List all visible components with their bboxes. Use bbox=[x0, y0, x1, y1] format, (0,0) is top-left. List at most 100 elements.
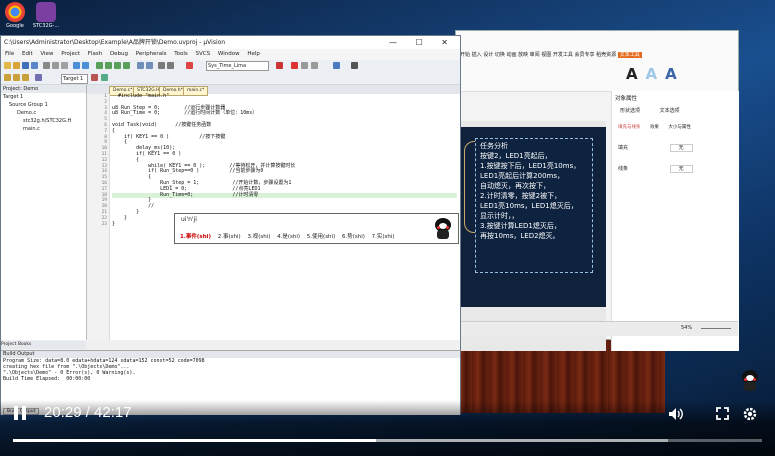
panel-tab-project[interactable]: Project bbox=[1, 342, 16, 347]
slide-text-box[interactable]: 任务分析 按键2，LED1亮起后， 1.按键按下后，LED1亮10ms， LED… bbox=[475, 138, 593, 273]
breakpoint-kill-icon[interactable] bbox=[311, 62, 318, 69]
tree-item-file[interactable]: stc32g.h/STC32G.H bbox=[1, 117, 86, 125]
ribbon-tab-active[interactable]: 文本工具 bbox=[617, 52, 642, 58]
debug-icon[interactable] bbox=[276, 62, 283, 69]
menu-file[interactable]: File bbox=[5, 51, 14, 57]
build-output-header: Build Output bbox=[1, 351, 460, 358]
ribbon-tab[interactable]: 审阅 bbox=[530, 52, 540, 58]
desktop-icon-google[interactable]: Google bbox=[0, 2, 30, 29]
find-in-files-input[interactable]: Sys_Time_Lima bbox=[206, 61, 269, 71]
target-select[interactable]: Target 1 bbox=[61, 74, 88, 84]
breakpoint-icon[interactable] bbox=[291, 62, 298, 69]
ime-candidate[interactable]: 1.事件(shi) bbox=[180, 234, 211, 240]
comment-icon[interactable] bbox=[158, 62, 165, 69]
configure-icon[interactable] bbox=[351, 62, 358, 69]
translate-icon[interactable] bbox=[4, 74, 11, 81]
word-art-style[interactable]: A bbox=[626, 65, 638, 83]
ribbon-tab[interactable]: 插入 bbox=[472, 52, 482, 58]
open-file-icon[interactable] bbox=[13, 62, 20, 69]
new-file-icon[interactable] bbox=[4, 62, 11, 69]
ime-candidate[interactable]: 3.视(shi) bbox=[247, 234, 270, 240]
volume-button[interactable] bbox=[668, 407, 684, 421]
code-content[interactable]: #include "main.h" u8 Run_Step = 0; //运行步… bbox=[112, 93, 457, 227]
paste-icon[interactable] bbox=[61, 62, 68, 69]
property-value[interactable]: 无 bbox=[669, 165, 693, 173]
find-icon[interactable] bbox=[186, 62, 193, 69]
video-progress-bar[interactable] bbox=[13, 439, 762, 442]
tree-item-file[interactable]: main.c bbox=[1, 125, 86, 133]
indent-icon[interactable] bbox=[137, 62, 144, 69]
ribbon-tab[interactable]: 开始 bbox=[460, 52, 470, 58]
ime-candidate[interactable]: 4.是(shi) bbox=[277, 234, 300, 240]
manage-components-icon[interactable] bbox=[101, 74, 108, 81]
subtab-fill-line[interactable]: 填充与线条 bbox=[618, 125, 641, 130]
word-art-style[interactable]: A bbox=[665, 65, 677, 83]
property-value[interactable]: 无 bbox=[669, 144, 693, 152]
window-layout-icon[interactable] bbox=[333, 62, 340, 69]
ribbon-tab[interactable]: 设计 bbox=[483, 52, 493, 58]
menu-view[interactable]: View bbox=[40, 51, 53, 57]
ime-candidate[interactable]: 2.事(shi) bbox=[218, 234, 241, 240]
build-icon[interactable] bbox=[13, 74, 20, 81]
save-icon[interactable] bbox=[22, 62, 29, 69]
menu-project[interactable]: Project bbox=[61, 51, 80, 57]
menu-debug[interactable]: Debug bbox=[110, 51, 128, 57]
redo-icon[interactable] bbox=[82, 62, 89, 69]
desktop-icon-label: STC32G-... bbox=[32, 23, 60, 29]
zoom-slider[interactable] bbox=[701, 328, 731, 329]
bookmark-clear-icon[interactable] bbox=[123, 62, 130, 69]
undo-icon[interactable] bbox=[73, 62, 80, 69]
tree-item-source-group[interactable]: Source Group 1 bbox=[1, 101, 86, 109]
ime-candidate[interactable]: 7.实(shi) bbox=[372, 234, 395, 240]
fullscreen-button[interactable] bbox=[716, 407, 729, 420]
desktop-icon-stc[interactable]: STC32G-... bbox=[31, 2, 61, 29]
tab-shape-options[interactable]: 形状选项 bbox=[620, 108, 640, 114]
pause-button[interactable] bbox=[14, 406, 28, 421]
window-titlebar[interactable]: C:\Users\Administrator\Desktop\Example\A… bbox=[1, 36, 460, 49]
ime-candidate[interactable]: 5.使用(shi) bbox=[307, 234, 335, 240]
subtab-size[interactable]: 大小与属性 bbox=[668, 125, 691, 130]
settings-button[interactable] bbox=[742, 406, 758, 422]
property-label: 线条 bbox=[618, 166, 629, 172]
menu-window[interactable]: Window bbox=[218, 51, 240, 57]
property-row[interactable]: 线条 无 bbox=[612, 151, 739, 173]
ribbon-tab[interactable]: 开发工具 bbox=[553, 52, 573, 58]
cut-icon[interactable] bbox=[43, 62, 50, 69]
bookmark-prev-icon[interactable] bbox=[105, 62, 112, 69]
zoom-level[interactable]: 54% bbox=[681, 325, 692, 331]
panel-tab-books[interactable]: Books bbox=[18, 342, 32, 347]
save-all-icon[interactable] bbox=[31, 62, 38, 69]
ribbon-tab[interactable]: 放映 bbox=[518, 52, 528, 58]
copy-icon[interactable] bbox=[52, 62, 59, 69]
line-number: 23 bbox=[101, 221, 107, 227]
menu-help[interactable]: Help bbox=[247, 51, 260, 57]
menu-tools[interactable]: Tools bbox=[174, 51, 188, 57]
menu-flash[interactable]: Flash bbox=[88, 51, 102, 57]
bookmark-icon[interactable] bbox=[96, 62, 103, 69]
unindent-icon[interactable] bbox=[146, 62, 153, 69]
tree-item-file[interactable]: Demo.c bbox=[1, 109, 86, 117]
menu-peripherals[interactable]: Peripherals bbox=[136, 51, 167, 57]
word-art-style[interactable]: A bbox=[646, 65, 658, 83]
tab-text-options[interactable]: 文本选项 bbox=[660, 108, 680, 114]
download-icon[interactable] bbox=[35, 74, 42, 81]
target-options-icon[interactable] bbox=[91, 74, 98, 81]
ribbon-tab[interactable]: 稻壳资源 bbox=[596, 52, 616, 58]
uncomment-icon[interactable] bbox=[167, 62, 174, 69]
ribbon-tab[interactable]: 会员专享 bbox=[574, 52, 594, 58]
ribbon-tab[interactable]: 视图 bbox=[541, 52, 551, 58]
menu-edit[interactable]: Edit bbox=[22, 51, 33, 57]
tree-item-target[interactable]: Target 1 bbox=[1, 93, 86, 101]
ribbon-tab[interactable]: 切换 bbox=[495, 52, 505, 58]
rebuild-icon[interactable] bbox=[22, 74, 29, 81]
ime-candidate[interactable]: 6.势(shi) bbox=[342, 234, 365, 240]
window-controls[interactable]: — ☐ ✕ bbox=[389, 36, 456, 49]
property-row[interactable]: 填充 无 bbox=[612, 130, 739, 152]
menu-svcs[interactable]: SVCS bbox=[196, 51, 211, 57]
ribbon-tab[interactable]: 动画 bbox=[506, 52, 516, 58]
slide-text-line: 自动熄灭，再次按下， bbox=[480, 182, 550, 190]
breakpoint-disable-icon[interactable] bbox=[301, 62, 308, 69]
subtab-effects[interactable]: 效果 bbox=[650, 125, 659, 130]
bookmark-next-icon[interactable] bbox=[114, 62, 121, 69]
word-art-gallery[interactable]: A A A bbox=[626, 65, 683, 83]
